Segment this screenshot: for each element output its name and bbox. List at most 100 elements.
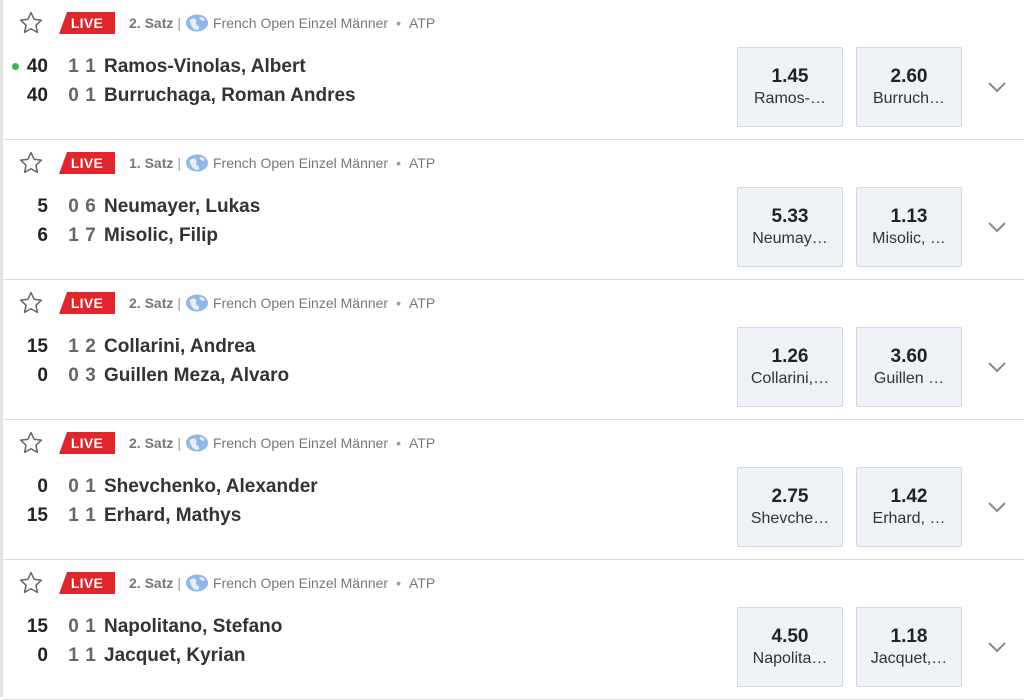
odds-label: Burruch… (872, 89, 946, 107)
player-row: 15 0 1 Napolitano, Stefano (3, 612, 283, 641)
player-row: 5 0 6 Neumayer, Lukas (3, 192, 260, 221)
set2-score: 1 (85, 84, 96, 106)
tour-name: ATP (409, 295, 436, 311)
set2-score: 6 (85, 195, 96, 217)
chevron-down-icon[interactable] (985, 215, 1009, 239)
odds-button-away[interactable]: 1.18 Jacquet,… (856, 607, 962, 687)
globe-icon (185, 574, 209, 592)
odds-button-home[interactable]: 1.26 Collarini,… (737, 327, 843, 407)
odds-button-away[interactable]: 2.60 Burruch… (856, 47, 962, 127)
star-icon[interactable] (17, 9, 45, 37)
odds-label: Ramos-… (753, 89, 826, 107)
match-header: LIVE 1. Satz | French Open Einzel Männer… (17, 149, 435, 177)
match-row: LIVE 2. Satz | French Open Einzel Männer… (3, 420, 1024, 560)
odds-value: 1.45 (771, 65, 809, 87)
tournament-name[interactable]: French Open Einzel Männer (213, 295, 388, 311)
chevron-down-icon[interactable] (985, 355, 1009, 379)
match-meta: 2. Satz | French Open Einzel Männer • AT… (129, 294, 435, 312)
separator: | (177, 15, 181, 31)
game-points: 40 (26, 84, 48, 106)
odds-label: Erhard, … (872, 509, 946, 527)
set2-score: 1 (85, 615, 96, 637)
player-row: 15 1 1 Erhard, Mathys (3, 501, 318, 530)
odds-label: Guillen … (873, 369, 945, 387)
set1-score: 0 (68, 364, 79, 386)
match-header: LIVE 2. Satz | French Open Einzel Männer… (17, 569, 435, 597)
odds-button-home[interactable]: 4.50 Napolita… (737, 607, 843, 687)
globe-icon (185, 294, 209, 312)
set1-score: 0 (68, 195, 79, 217)
live-badge: LIVE (59, 572, 115, 594)
chevron-down-icon[interactable] (985, 635, 1009, 659)
globe-icon (185, 14, 209, 32)
separator: | (177, 575, 181, 591)
odds-value: 4.50 (771, 625, 809, 647)
globe-icon (185, 434, 209, 452)
odds-label: Collarini,… (750, 369, 830, 387)
game-points: 15 (26, 335, 48, 357)
set-indicator: 1. Satz (129, 155, 174, 171)
set2-score: 7 (85, 224, 96, 246)
players-block: 5 0 6 Neumayer, Lukas 6 1 7 Misolic, Fil… (3, 192, 260, 250)
set1-score: 1 (68, 504, 79, 526)
live-badge: LIVE (59, 432, 115, 454)
game-points: 5 (37, 195, 48, 217)
match-header: LIVE 2. Satz | French Open Einzel Männer… (17, 9, 435, 37)
separator: | (177, 435, 181, 451)
odds-label: Neumay… (752, 229, 828, 247)
player-name: Misolic, Filip (104, 224, 219, 246)
star-icon[interactable] (17, 429, 45, 457)
globe-icon (185, 154, 209, 172)
game-points: 0 (37, 364, 48, 386)
tournament-name[interactable]: French Open Einzel Männer (213, 155, 388, 171)
game-points: 0 (37, 475, 48, 497)
odds-button-home[interactable]: 1.45 Ramos-… (737, 47, 843, 127)
tournament-name[interactable]: French Open Einzel Männer (213, 15, 388, 31)
separator: | (177, 155, 181, 171)
set-indicator: 2. Satz (129, 295, 174, 311)
odds-button-away[interactable]: 3.60 Guillen … (856, 327, 962, 407)
player-row: 0 1 1 Jacquet, Kyrian (3, 641, 282, 670)
players-block: 0 0 1 Shevchenko, Alexander 15 1 1 Erhar… (3, 472, 318, 530)
set2-score: 1 (85, 55, 96, 77)
odds-label: Napolita… (752, 649, 828, 667)
separator-dot: • (396, 575, 401, 591)
live-match-list: LIVE 2. Satz | French Open Einzel Männer… (0, 0, 1024, 700)
player-name: Jacquet, Kyrian (104, 644, 246, 666)
set2-score: 2 (85, 335, 96, 357)
star-icon[interactable] (17, 569, 45, 597)
star-icon[interactable] (17, 289, 45, 317)
odds-label: Jacquet,… (870, 649, 948, 667)
set2-score: 1 (85, 504, 96, 526)
set-indicator: 2. Satz (129, 15, 174, 31)
tour-name: ATP (409, 155, 436, 171)
tournament-name[interactable]: French Open Einzel Männer (213, 435, 388, 451)
player-name: Erhard, Mathys (104, 504, 242, 526)
odds-button-away[interactable]: 1.42 Erhard, … (856, 467, 962, 547)
player-row: 6 1 7 Misolic, Filip (3, 221, 260, 250)
odds-value: 1.18 (890, 625, 928, 647)
set1-score: 1 (68, 224, 79, 246)
chevron-down-icon[interactable] (985, 75, 1009, 99)
odds-button-away[interactable]: 1.13 Misolic, … (856, 187, 962, 267)
odds-button-home[interactable]: 5.33 Neumay… (737, 187, 843, 267)
odds-value: 1.42 (890, 485, 928, 507)
players-block: 15 0 1 Napolitano, Stefano 0 1 1 Jacquet… (3, 612, 283, 670)
serve-indicator (12, 63, 19, 70)
set1-score: 0 (68, 475, 79, 497)
game-points: 15 (26, 615, 48, 637)
chevron-down-icon[interactable] (985, 495, 1009, 519)
set1-score: 0 (68, 615, 79, 637)
players-block: 15 1 2 Collarini, Andrea 0 0 3 Guillen M… (3, 332, 289, 390)
odds-button-home[interactable]: 2.75 Shevche… (737, 467, 843, 547)
player-row: 15 1 2 Collarini, Andrea (3, 332, 289, 361)
live-badge: LIVE (59, 12, 115, 34)
separator-dot: • (396, 155, 401, 171)
star-icon[interactable] (17, 149, 45, 177)
tournament-name[interactable]: French Open Einzel Männer (213, 575, 388, 591)
odds-value: 1.13 (890, 205, 928, 227)
match-meta: 1. Satz | French Open Einzel Männer • AT… (129, 154, 435, 172)
player-name: Burruchaga, Roman Andres (104, 84, 356, 106)
player-name: Ramos-Vinolas, Albert (104, 55, 306, 77)
set2-score: 1 (85, 644, 96, 666)
